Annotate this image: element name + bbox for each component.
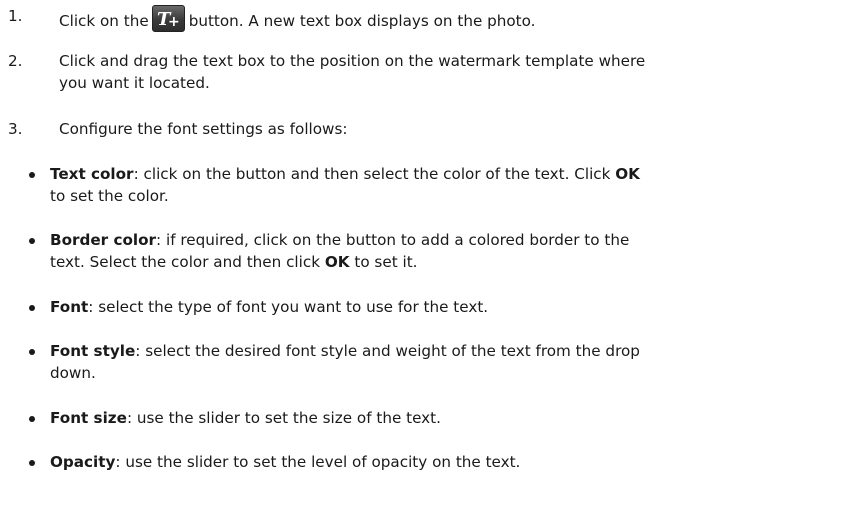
bullet-dot xyxy=(29,349,35,355)
bullet-description-line2: to set the color. xyxy=(50,187,169,205)
bullet-description-line2: down. xyxy=(50,364,96,382)
bullet-description: : select the type of font you want to us… xyxy=(88,298,489,316)
bullet-description-line2: text. Select the color and then click xyxy=(50,253,325,271)
step-text-line: you want it located. xyxy=(59,74,210,92)
bullet-description: : if required, click on the button to ad… xyxy=(156,231,630,249)
bullet-dot xyxy=(29,172,35,178)
bullet-dot xyxy=(29,305,35,311)
step-text: Click on the T + button. A new text box … xyxy=(59,5,858,32)
bullet-text: Font style: select the desired font styl… xyxy=(50,340,850,384)
bullet-description: : select the desired font style and weig… xyxy=(135,342,640,360)
svg-text:+: + xyxy=(168,14,180,29)
step-text-before-button: Click on the xyxy=(59,12,149,30)
ok-label: OK xyxy=(615,165,640,183)
step-number: 2. xyxy=(8,52,23,70)
bullet-term: Border color xyxy=(50,231,157,249)
step-number: 3. xyxy=(8,120,23,138)
bullet-description: : click on the button and then select th… xyxy=(133,165,616,183)
step-text: Click and drag the text box to the posit… xyxy=(59,50,858,94)
bullet-description-line2-end: to set it. xyxy=(349,253,418,271)
step-text-after-button: button. A new text box displays on the p… xyxy=(188,12,536,30)
bullet-dot xyxy=(29,238,35,244)
bullet-dot xyxy=(29,416,35,422)
step-text-line: Click and drag the text box to the posit… xyxy=(59,52,646,70)
text-add-icon: T + xyxy=(151,5,185,32)
bullet-term: Font style xyxy=(50,342,136,360)
bullet-description: : use the slider to set the level of opa… xyxy=(115,453,521,471)
bullet-term: Text color xyxy=(50,165,134,183)
bullet-text: Font: select the type of font you want t… xyxy=(50,296,850,318)
bullet-text: Opacity: use the slider to set the level… xyxy=(50,451,850,473)
ok-label: OK xyxy=(324,253,350,271)
bullet-term: Opacity xyxy=(50,453,116,471)
bullet-description: : use the slider to set the size of the … xyxy=(126,409,441,427)
step-text: Configure the font settings as follows: xyxy=(59,120,348,138)
bullet-text: Border color: if required, click on the … xyxy=(50,229,850,273)
bullet-term: Font size xyxy=(50,409,127,427)
instructions-document: 1. Click on the T + button. A new text b… xyxy=(0,0,863,524)
bullet-text: Text color: click on the button and then… xyxy=(50,163,850,207)
bullet-dot xyxy=(29,460,35,466)
bullet-term: Font xyxy=(50,298,89,316)
bullet-text: Font size: use the slider to set the siz… xyxy=(50,407,850,429)
step-number: 1. xyxy=(8,7,23,25)
